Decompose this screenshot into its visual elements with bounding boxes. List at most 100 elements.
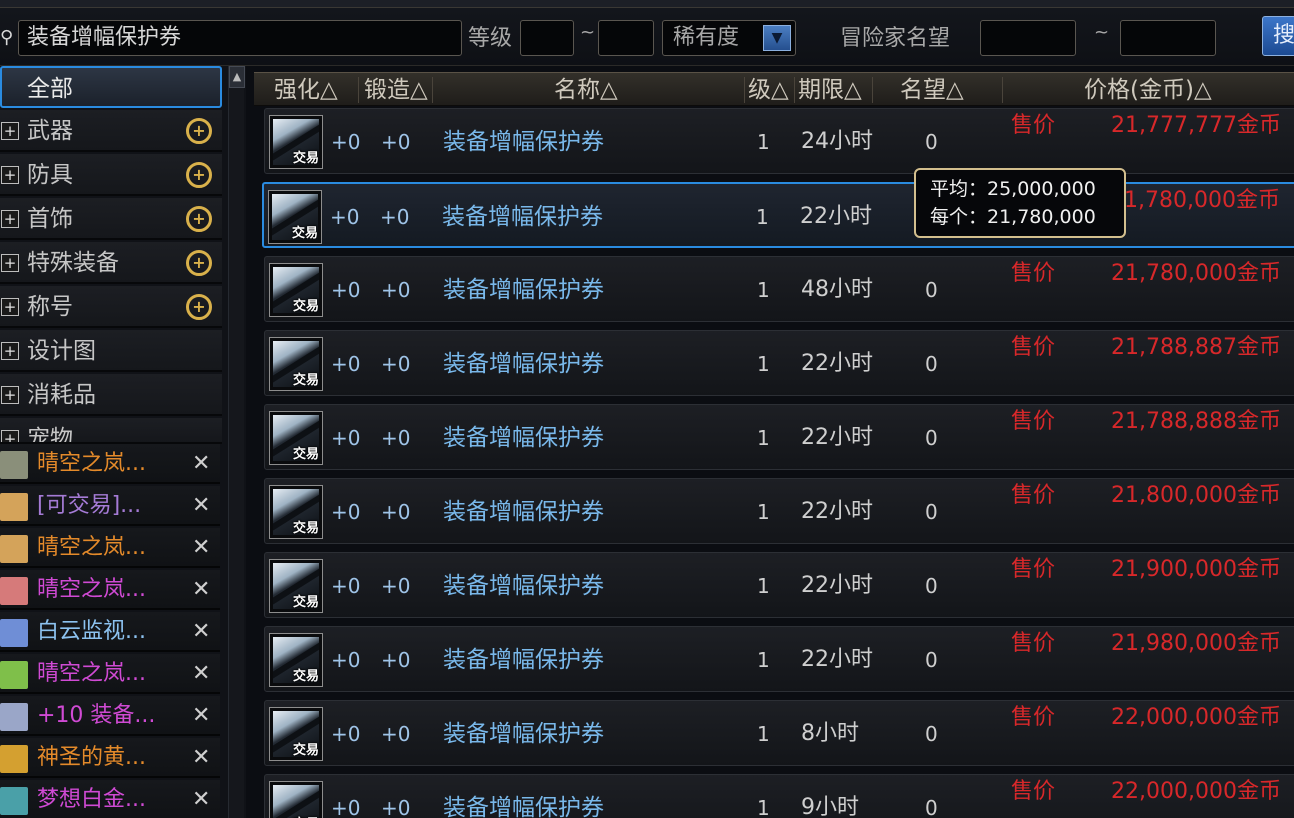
level-value: 1 (757, 574, 770, 598)
table-row[interactable]: 交易 +0 +0 装备增幅保护券 1 8小时 0 售价 22,000,000金币 (264, 700, 1294, 766)
close-icon[interactable]: ✕ (192, 780, 210, 818)
fame-max-input[interactable] (1120, 20, 1216, 56)
magnify-icon[interactable]: + (186, 162, 212, 188)
expand-icon[interactable]: + (1, 122, 19, 140)
category-label: 首饰 (27, 206, 73, 232)
level-max-input[interactable] (598, 20, 654, 56)
header-fame[interactable]: 名望△ (900, 73, 964, 107)
rarity-dropdown[interactable]: 稀有度 ▼ (662, 20, 796, 56)
history-item[interactable]: 晴空之岚... ✕ (0, 444, 220, 484)
close-icon[interactable]: ✕ (192, 570, 210, 610)
close-icon[interactable]: ✕ (192, 696, 210, 736)
table-row[interactable]: 交易 +0 +0 装备增幅保护券 1 9小时 0 售价 22,000,000金币 (264, 774, 1294, 818)
magnify-icon[interactable]: + (186, 206, 212, 232)
search-button[interactable]: 搜 (1262, 16, 1294, 56)
category-accessory[interactable]: + 首饰 + (0, 198, 222, 240)
forge-value: +0 (381, 722, 411, 746)
expand-icon[interactable]: + (1, 430, 19, 442)
item-thumbnail-icon (0, 535, 28, 563)
header-forge[interactable]: 锻造△ (364, 73, 428, 107)
item-name: 装备增幅保护券 (443, 277, 604, 303)
fame-value: 0 (925, 352, 938, 376)
table-row[interactable]: 交易 +0 +0 装备增幅保护券 1 22小时 0 售价 21,788,887金币 (264, 330, 1294, 396)
magnify-icon[interactable]: + (186, 250, 212, 276)
category-title[interactable]: + 称号 + (0, 286, 222, 328)
forge-value: +0 (381, 426, 411, 450)
trade-tag: 交易 (293, 743, 319, 757)
fame-value: 0 (925, 796, 938, 818)
sell-label: 售价 (1011, 779, 1056, 804)
top-strip (0, 0, 1294, 8)
price-value: 21,900,000金币 (1111, 557, 1281, 582)
category-label: 特殊装备 (27, 250, 119, 276)
sell-label: 售价 (1011, 335, 1056, 360)
trade-tag: 交易 (293, 595, 319, 609)
level-min-input[interactable] (520, 20, 574, 56)
header-divider (432, 77, 433, 103)
history-item[interactable]: 晴空之岚... ✕ (0, 570, 220, 610)
scroll-up-icon[interactable]: ▲ (229, 66, 245, 88)
item-thumbnail-icon (0, 577, 28, 605)
close-icon[interactable]: ✕ (192, 444, 210, 484)
magnify-icon[interactable]: + (186, 118, 212, 144)
table-row[interactable]: 交易 +0 +0 装备增幅保护券 1 22小时 0 售价 21,900,000金币 (264, 552, 1294, 618)
expand-icon[interactable]: + (1, 254, 19, 272)
item-name: 装备增幅保护券 (443, 721, 604, 747)
search-icon[interactable]: ⚲ (0, 27, 16, 49)
sell-label: 售价 (1011, 705, 1056, 730)
expand-icon[interactable]: + (1, 386, 19, 404)
history-item[interactable]: +10 装备... ✕ (0, 696, 220, 736)
history-item[interactable]: 白云监视... ✕ (0, 612, 220, 652)
search-input[interactable]: 装备增幅保护券 (18, 20, 462, 56)
chevron-down-icon[interactable]: ▼ (763, 25, 791, 51)
close-icon[interactable]: ✕ (192, 654, 210, 694)
header-duration[interactable]: 期限△ (798, 73, 862, 107)
expand-icon[interactable]: + (1, 342, 19, 360)
category-weapon[interactable]: + 武器 + (0, 110, 222, 152)
item-thumbnail-icon (0, 661, 28, 689)
expand-icon[interactable]: + (1, 210, 19, 228)
category-pet[interactable]: + 宠物 (0, 418, 222, 444)
table-row[interactable]: 交易+0+0装备增幅保护券122小时0售价21,780,000金币 (262, 182, 1294, 248)
table-row[interactable]: 交易 +0 +0 装备增幅保护券 1 22小时 0 售价 21,980,000金币 (264, 626, 1294, 692)
table-row[interactable]: 交易 +0 +0 装备增幅保护券 1 22小时 0 售价 21,788,888金币 (264, 404, 1294, 470)
ticket-icon: 交易 (272, 194, 318, 240)
ticket-icon: 交易 (273, 341, 319, 387)
magnify-icon[interactable]: + (186, 294, 212, 320)
fame-min-input[interactable] (980, 20, 1076, 56)
fame-value: 0 (925, 574, 938, 598)
close-icon[interactable]: ✕ (192, 528, 210, 568)
expand-icon[interactable]: + (1, 298, 19, 316)
forge-value: +0 (380, 205, 410, 229)
table-row[interactable]: 交易 +0 +0 装备增幅保护券 1 24小时 0 售价 21,777,777金币 (264, 108, 1294, 174)
history-item[interactable]: 晴空之岚... ✕ (0, 654, 220, 694)
history-item-name: 白云监视... (37, 619, 146, 644)
header-enhance[interactable]: 强化△ (274, 73, 338, 107)
enhance-value: +0 (331, 426, 361, 450)
category-armor[interactable]: + 防具 + (0, 154, 222, 196)
history-item[interactable]: [可交易]... ✕ (0, 486, 220, 526)
history-item[interactable]: 神圣的黄... ✕ (0, 738, 220, 778)
category-special-equipment[interactable]: + 特殊装备 + (0, 242, 222, 284)
ticket-icon: 交易 (273, 267, 319, 313)
expand-icon[interactable]: + (1, 166, 19, 184)
header-name[interactable]: 名称△ (554, 73, 618, 107)
history-item[interactable]: 晴空之岚... ✕ (0, 528, 220, 568)
item-thumbnail-icon (0, 451, 28, 479)
close-icon[interactable]: ✕ (192, 738, 210, 778)
table-row[interactable]: 交易 +0 +0 装备增幅保护券 1 48小时 0 售价 21,780,000金币 (264, 256, 1294, 322)
close-icon[interactable]: ✕ (192, 486, 210, 526)
close-icon[interactable]: ✕ (192, 612, 210, 652)
forge-value: +0 (381, 648, 411, 672)
level-label: 等级 (468, 26, 513, 51)
category-blueprint[interactable]: + 设计图 (0, 330, 222, 372)
category-all[interactable]: 全部 (0, 66, 222, 108)
header-level[interactable]: 级△ (748, 73, 789, 107)
sidebar-scrollbar[interactable]: ▲ (228, 66, 245, 818)
history-item[interactable]: 梦想白金... ✕ (0, 780, 220, 818)
table-row[interactable]: 交易 +0 +0 装备增幅保护券 1 22小时 0 售价 21,800,000金币 (264, 478, 1294, 544)
level-value: 1 (757, 500, 770, 524)
history-item-name: +10 装备... (37, 703, 156, 728)
category-consumable[interactable]: + 消耗品 (0, 374, 222, 416)
fame-range-sep: ~ (1094, 22, 1110, 43)
